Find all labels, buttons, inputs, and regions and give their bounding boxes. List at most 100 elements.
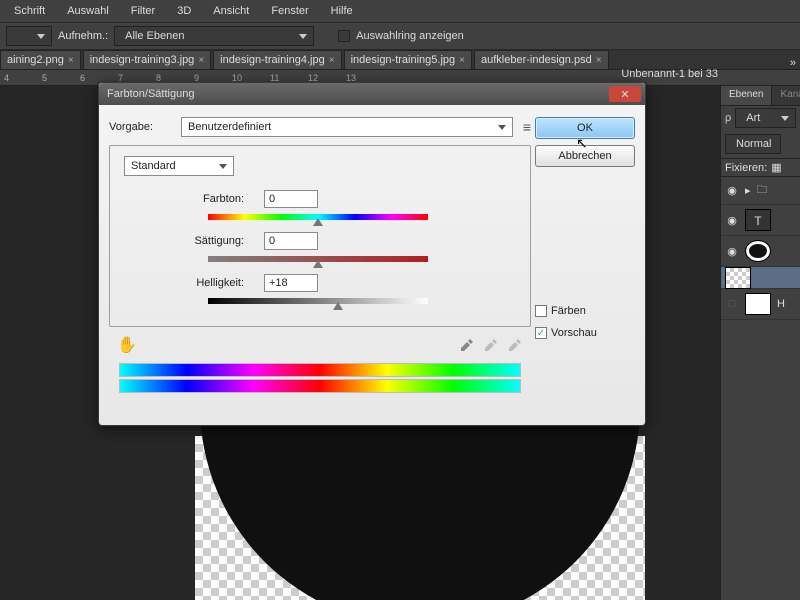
scrubby-hand-icon[interactable]: ✋ [117, 335, 137, 355]
canvas[interactable] [195, 436, 645, 600]
menu-item[interactable]: Fenster [261, 1, 318, 21]
panel-tabs: Ebenen Kanäle [721, 86, 800, 106]
chevron-down-icon [37, 34, 45, 39]
dialog-titlebar[interactable]: Farbton/Sättigung ✕ [99, 83, 645, 105]
options-bar: Aufnehm.: Alle Ebenen Auswahlring anzeig… [0, 22, 800, 50]
menubar: Schrift Auswahl Filter 3D Ansicht Fenste… [0, 0, 800, 22]
spectrum-bars [119, 363, 521, 393]
chevron-down-icon [219, 164, 227, 169]
saturation-input[interactable] [264, 232, 318, 250]
folder-icon: 🗀 [757, 181, 768, 200]
chevron-down-icon [781, 116, 789, 121]
hue-input[interactable] [264, 190, 318, 208]
chevron-down-icon [498, 125, 506, 130]
preset-label: Vorgabe: [109, 121, 171, 133]
layer-row[interactable]: ◉ ▸ 🗀 [721, 177, 800, 205]
menu-item[interactable]: Filter [121, 1, 165, 21]
document-tabs: aining2.png × indesign-training3.jpg× ind… [0, 50, 800, 70]
hue-label: Farbton: [124, 193, 244, 205]
show-ring-checkbox[interactable] [338, 30, 350, 42]
chevron-right-icon[interactable]: ▸ [745, 184, 751, 197]
visibility-icon[interactable]: ◉ [725, 184, 739, 197]
channel-dropdown[interactable]: Standard [124, 156, 234, 176]
hue-saturation-dialog: Farbton/Sättigung ✕ Vorgabe: Benutzerdef… [98, 82, 646, 426]
chevron-down-icon [299, 34, 307, 39]
visibility-hidden-icon[interactable]: □ [725, 298, 739, 310]
lightness-input[interactable] [264, 274, 318, 292]
ruler-tick: 7 [118, 73, 156, 83]
sample-scope-value: Alle Ebenen [125, 30, 184, 42]
lightness-slider[interactable] [208, 298, 428, 304]
close-icon[interactable]: × [459, 55, 465, 66]
colorize-label: Färben [551, 305, 586, 317]
dialog-title: Farbton/Sättigung [107, 88, 194, 100]
eyedropper-subtract-icon[interactable] [507, 337, 523, 353]
ok-button[interactable]: OK [535, 117, 635, 139]
slider-thumb[interactable] [313, 260, 323, 268]
menu-item[interactable]: Auswahl [57, 1, 119, 21]
ruler-tick: 13 [346, 73, 384, 83]
spectrum-before [119, 363, 521, 377]
layer-kind-dropdown[interactable]: Art [735, 108, 796, 128]
slider-thumb[interactable] [333, 302, 343, 310]
tab-channels[interactable]: Kanäle [772, 86, 800, 105]
preset-value: Benutzerdefiniert [188, 121, 271, 133]
close-icon: ✕ [620, 88, 629, 101]
preview-checkbox[interactable] [535, 327, 547, 339]
close-icon[interactable]: × [596, 55, 602, 66]
layer-row[interactable]: □ H [721, 289, 800, 320]
colorize-checkbox[interactable] [535, 305, 547, 317]
hue-slider[interactable] [208, 214, 428, 220]
saturation-label: Sättigung: [124, 235, 244, 247]
ruler-tick: 5 [42, 73, 80, 83]
menu-item[interactable]: 3D [167, 1, 201, 21]
blend-mode-value: Normal [736, 138, 771, 150]
eyedropper-icon[interactable] [459, 337, 475, 353]
close-icon[interactable]: × [198, 55, 204, 66]
preset-menu-icon[interactable]: ≡ [523, 119, 531, 135]
tab-layers[interactable]: Ebenen [721, 86, 772, 105]
blend-mode-dropdown[interactable]: Normal [725, 134, 781, 154]
visibility-icon[interactable]: ◉ [725, 214, 739, 227]
layer-thumb-empty [725, 267, 751, 289]
eyedropper-add-icon[interactable] [483, 337, 499, 353]
cancel-button[interactable]: Abbrechen [535, 145, 635, 167]
show-ring-label: Auswahlring anzeigen [356, 30, 464, 42]
close-icon[interactable]: × [329, 55, 335, 66]
document-tab[interactable]: indesign-training5.jpg× [344, 50, 472, 69]
layer-row[interactable]: ◉ [721, 236, 800, 267]
tab-label: indesign-training5.jpg [351, 54, 456, 66]
layer-row[interactable]: ◉ [721, 267, 800, 289]
ruler-tick: 4 [4, 73, 42, 83]
saturation-slider[interactable] [208, 256, 428, 262]
tool-preset-dropdown[interactable] [6, 26, 52, 46]
lightness-label: Helligkeit: [124, 277, 244, 289]
layer-kind-value: Art [746, 112, 760, 124]
spectrum-after [119, 379, 521, 393]
preset-dropdown[interactable]: Benutzerdefiniert [181, 117, 513, 137]
adjustments-frame: Standard Farbton: Sättigung: [109, 145, 531, 327]
close-button[interactable]: ✕ [609, 86, 641, 102]
tab-overflow-icon[interactable]: » [790, 57, 800, 69]
close-icon[interactable]: × [68, 55, 74, 66]
ruler-tick: 10 [232, 73, 270, 83]
slider-thumb[interactable] [313, 218, 323, 226]
menu-item[interactable]: Ansicht [203, 1, 259, 21]
menu-item[interactable]: Schrift [4, 1, 55, 21]
menu-item[interactable]: Hilfe [321, 1, 363, 21]
document-tab[interactable]: aufkleber-indesign.psd× [474, 50, 609, 69]
layer-thumb-text: T [745, 209, 771, 231]
layer-label: H [777, 298, 785, 310]
lock-pixels-icon[interactable]: ▦ [771, 161, 781, 174]
document-tab[interactable]: aining2.png × [0, 50, 81, 69]
visibility-icon[interactable]: ◉ [725, 245, 739, 258]
preview-label: Vorschau [551, 327, 597, 339]
layer-row[interactable]: ◉ T [721, 205, 800, 236]
sample-scope-dropdown[interactable]: Alle Ebenen [114, 26, 314, 46]
tab-label: aining2.png [7, 54, 64, 66]
document-tab[interactable]: indesign-training4.jpg × [213, 50, 341, 69]
document-tab[interactable]: indesign-training3.jpg× [83, 50, 211, 69]
tab-label: indesign-training4.jpg [220, 54, 325, 66]
channel-value: Standard [131, 160, 176, 172]
ruler-tick: 6 [80, 73, 118, 83]
